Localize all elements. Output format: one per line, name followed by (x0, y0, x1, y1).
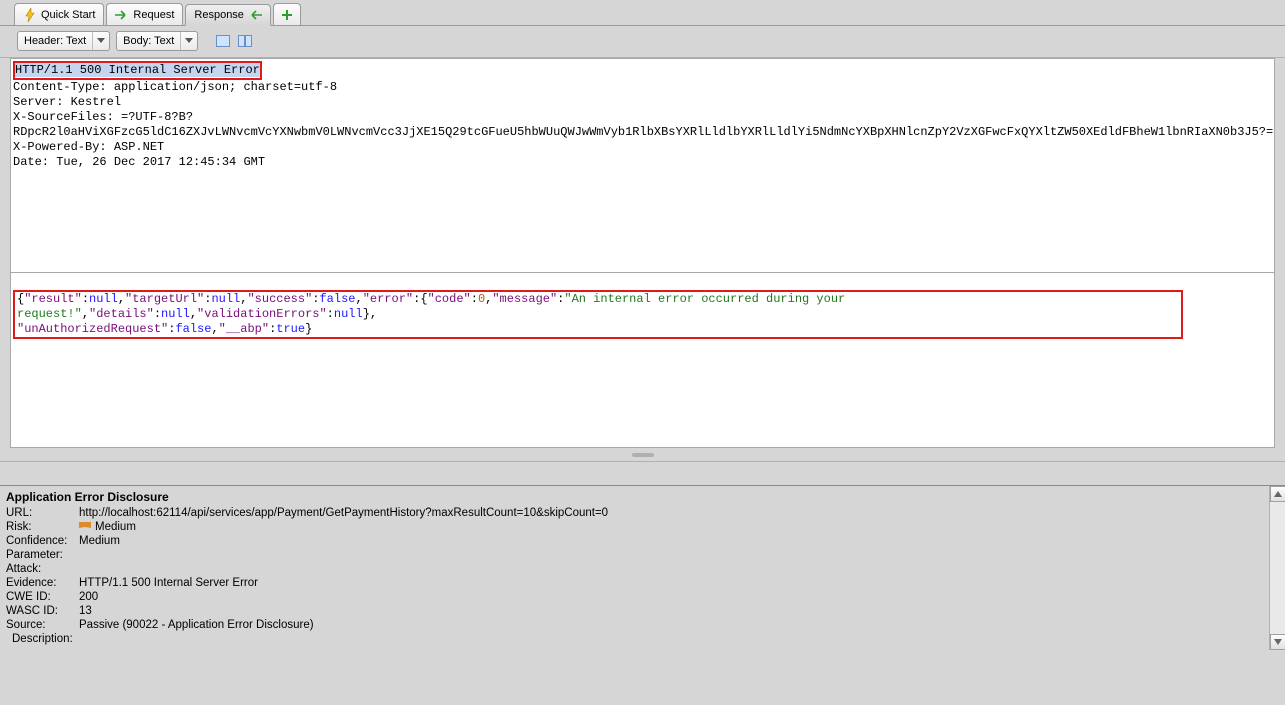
tab-label: Quick Start (41, 9, 95, 21)
response-header-panel[interactable]: HTTP/1.1 500 Internal Server Error Conte… (10, 58, 1275, 273)
dropdown-label: Header: Text (18, 35, 92, 47)
arrow-left-icon (248, 8, 262, 22)
header-line: X-SourceFiles: =?UTF-8?B? (13, 110, 193, 124)
vertical-scrollbar[interactable] (1269, 486, 1285, 650)
dropdown-label: Body: Text (117, 35, 180, 47)
parameter-label: Parameter: (6, 549, 79, 561)
header-line: Date: Tue, 26 Dec 2017 12:45:34 GMT (13, 155, 265, 169)
risk-value: Medium (79, 521, 136, 533)
status-line: HTTP/1.1 500 Internal Server Error (15, 63, 260, 77)
chevron-down-icon (92, 32, 109, 50)
plus-icon (280, 8, 294, 22)
lightning-icon (23, 8, 37, 22)
response-toolbar: Header: Text Body: Text (0, 26, 1285, 58)
confidence-value: Medium (79, 535, 120, 547)
wasc-value: 13 (79, 605, 92, 617)
alert-details-panel: Application Error Disclosure URL:http://… (0, 485, 1285, 650)
url-label: URL: (6, 507, 79, 519)
layout-single-icon[interactable] (214, 33, 232, 49)
tab-add[interactable] (273, 3, 301, 25)
header-line: Content-Type: application/json; charset=… (13, 80, 337, 94)
cwe-value: 200 (79, 591, 98, 603)
alert-title: Application Error Disclosure (6, 490, 1279, 504)
scroll-down-icon[interactable] (1270, 634, 1285, 650)
tab-strip: Quick Start Request Response (0, 0, 1285, 26)
header-line: X-Powered-By: ASP.NET (13, 140, 164, 154)
tab-label: Request (133, 9, 174, 21)
url-value: http://localhost:62114/api/services/app/… (79, 507, 608, 519)
evidence-value: HTTP/1.1 500 Internal Server Error (79, 577, 258, 589)
scroll-up-icon[interactable] (1270, 486, 1285, 502)
description-label: Description: (12, 633, 73, 645)
evidence-label: Evidence: (6, 577, 79, 589)
wasc-label: WASC ID: (6, 605, 79, 617)
header-view-dropdown[interactable]: Header: Text (17, 31, 110, 51)
source-label: Source: (6, 619, 79, 631)
tab-label: Response (194, 9, 244, 21)
tab-request[interactable]: Request (106, 3, 183, 25)
attack-label: Attack: (6, 563, 79, 575)
header-line: RDpcR2l0aHViXGFzcG5ldC16ZXJvLWNvcmVcYXNw… (13, 125, 1273, 139)
body-view-dropdown[interactable]: Body: Text (116, 31, 198, 51)
layout-split-icon[interactable] (236, 33, 254, 49)
json-body-highlight: {"result":null,"targetUrl":null,"success… (13, 290, 1183, 339)
risk-label: Risk: (6, 521, 79, 533)
response-body-panel[interactable]: {"result":null,"targetUrl":null,"success… (10, 273, 1275, 448)
header-line: Server: Kestrel (13, 95, 121, 109)
flag-icon (79, 522, 91, 532)
confidence-label: Confidence: (6, 535, 79, 547)
chevron-down-icon (180, 32, 197, 50)
tab-quickstart[interactable]: Quick Start (14, 3, 104, 25)
source-value: Passive (90022 - Application Error Discl… (79, 619, 314, 631)
grip-icon (632, 453, 654, 457)
arrow-right-icon (115, 8, 129, 22)
splitter-handle[interactable] (0, 448, 1285, 461)
pane-divider[interactable] (0, 461, 1285, 485)
tab-response[interactable]: Response (185, 4, 271, 26)
cwe-label: CWE ID: (6, 591, 79, 603)
